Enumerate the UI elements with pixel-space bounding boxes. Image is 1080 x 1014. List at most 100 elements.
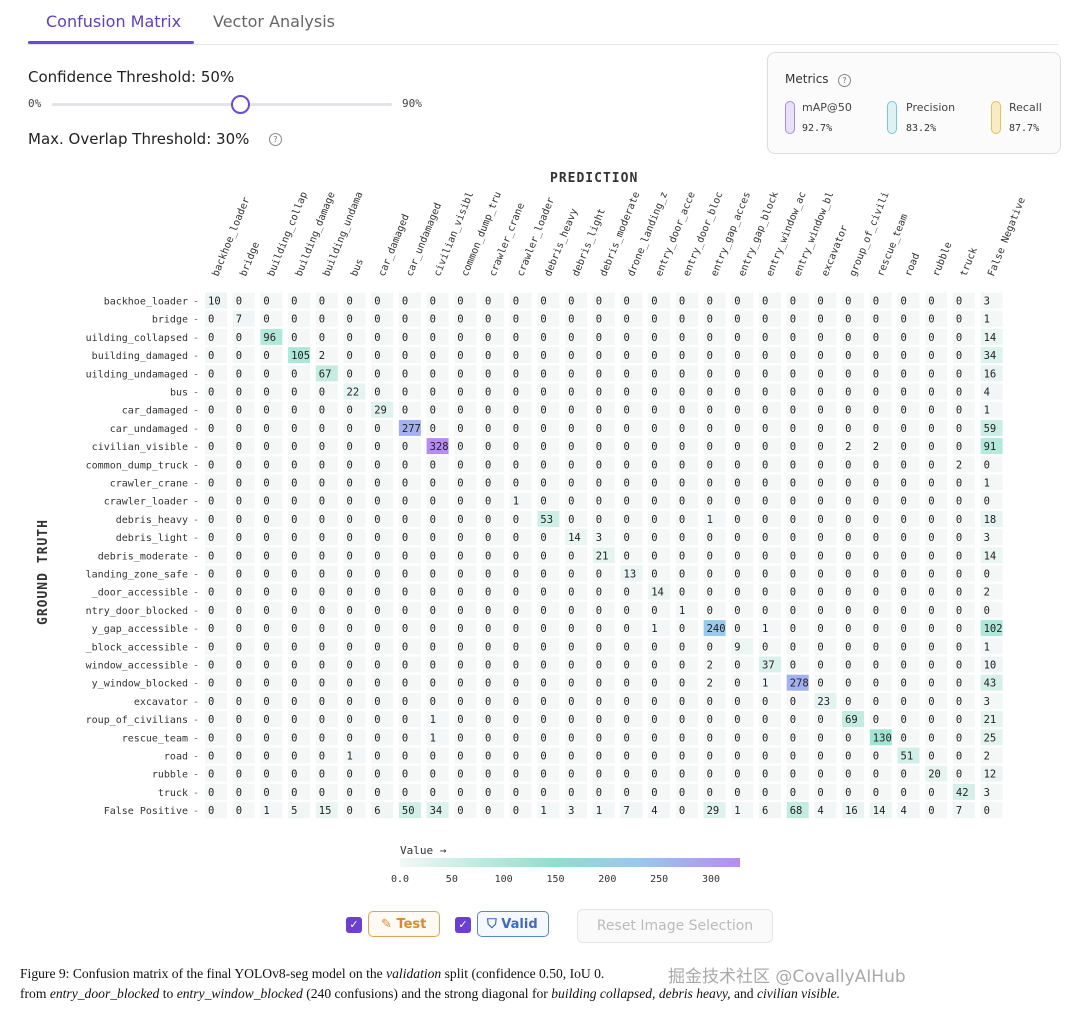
- cell-value: 0: [845, 696, 851, 708]
- cell-value: 0: [208, 350, 214, 362]
- cell-value: 0: [845, 387, 851, 399]
- cell-value: 0: [956, 696, 962, 708]
- cell-value: 0: [762, 296, 768, 308]
- cell-value: 0: [596, 332, 602, 344]
- cell-value: 0: [679, 478, 685, 490]
- row-tick: -: [193, 715, 199, 726]
- cell-value: 0: [485, 387, 491, 399]
- cell-value: 0: [790, 478, 796, 490]
- cell-value: 0: [540, 532, 546, 544]
- cell-value: 0: [236, 350, 242, 362]
- cell-value: 0: [568, 314, 574, 326]
- cell-value: 130: [873, 732, 892, 744]
- cell-value: 0: [236, 605, 242, 617]
- cell-value: 0: [873, 660, 879, 672]
- cell-value: 20: [928, 769, 941, 781]
- cell-value: 69: [845, 714, 858, 726]
- cell-value: 0: [817, 550, 823, 562]
- cell-value: 1: [734, 805, 740, 817]
- valid-checkbox[interactable]: ✓: [455, 917, 471, 933]
- cell-value: 0: [817, 459, 823, 471]
- cell-value: 0: [762, 387, 768, 399]
- cell-value: 0: [928, 605, 934, 617]
- cell-value: 0: [208, 660, 214, 672]
- cell-value: 34: [984, 350, 997, 362]
- cell-value: 7: [624, 805, 630, 817]
- cell-value: 0: [319, 769, 325, 781]
- cell-value: 0: [928, 550, 934, 562]
- cell-value: 0: [956, 423, 962, 435]
- cell-value: 0: [624, 296, 630, 308]
- cell-value: 0: [236, 405, 242, 417]
- cell-value: 0: [901, 623, 907, 635]
- test-toggle-button[interactable]: ✎ Test: [368, 911, 440, 937]
- cell-value: 0: [457, 805, 463, 817]
- row-tick: -: [193, 733, 199, 744]
- cell-value: 0: [347, 332, 353, 344]
- row-tick: -: [193, 606, 199, 617]
- cell-value: 0: [873, 678, 879, 690]
- cell-value: 0: [430, 550, 436, 562]
- test-checkbox[interactable]: ✓: [346, 917, 362, 933]
- cell-value: 0: [790, 441, 796, 453]
- cell-value: 0: [817, 496, 823, 508]
- row-label: window_accessible: [86, 661, 188, 672]
- cell-value: 68: [790, 805, 803, 817]
- cell-value: 0: [901, 714, 907, 726]
- cell-value: 0: [236, 678, 242, 690]
- cell-value: 0: [734, 478, 740, 490]
- cell-value: 0: [707, 532, 713, 544]
- cell-value: 0: [263, 623, 269, 635]
- cell-value: 0: [734, 350, 740, 362]
- row-tick: -: [193, 770, 199, 781]
- cell-value: 0: [347, 660, 353, 672]
- cell-value: 5: [291, 805, 297, 817]
- cell-value: 0: [707, 732, 713, 744]
- cell-value: 0: [817, 660, 823, 672]
- cell-value: 0: [485, 787, 491, 799]
- cell-value: 1: [596, 805, 602, 817]
- cell-value: 0: [651, 532, 657, 544]
- cell-value: 0: [817, 605, 823, 617]
- cell-value: 0: [513, 387, 519, 399]
- cell-value: 0: [901, 368, 907, 380]
- row-tick: -: [193, 697, 199, 708]
- cell-value: 0: [402, 678, 408, 690]
- cell-value: 0: [679, 332, 685, 344]
- cell-value: 0: [513, 641, 519, 653]
- caption-em-validation: validation: [386, 966, 442, 981]
- cell-value: 0: [402, 478, 408, 490]
- reset-image-selection-button[interactable]: Reset Image Selection: [577, 909, 773, 943]
- cell-value: 0: [291, 368, 297, 380]
- cell-value: 0: [263, 368, 269, 380]
- cell-value: 0: [540, 423, 546, 435]
- cell-value: 0: [457, 532, 463, 544]
- cell-value: 0: [347, 405, 353, 417]
- cell-value: 0: [679, 314, 685, 326]
- cell-value: 0: [485, 405, 491, 417]
- test-label: Test: [396, 917, 427, 932]
- cell-value: 2: [873, 441, 879, 453]
- cell-value: 0: [596, 587, 602, 599]
- row-label: roup_of_civilians: [86, 715, 188, 726]
- cell-value: 0: [790, 769, 796, 781]
- cell-value: 0: [845, 514, 851, 526]
- cell-value: 14: [873, 805, 886, 817]
- valid-toggle-button[interactable]: ⛉ Valid: [477, 911, 549, 937]
- cell-value: 0: [430, 478, 436, 490]
- cell-value: 0: [319, 660, 325, 672]
- cell-value: 0: [319, 587, 325, 599]
- cell-value: 0: [845, 459, 851, 471]
- cell-value: 0: [734, 314, 740, 326]
- cell-value: 0: [762, 641, 768, 653]
- cell-value: 4: [901, 805, 907, 817]
- caption-em-civilian: civilian visible.: [757, 986, 841, 1001]
- cell-value: 0: [734, 732, 740, 744]
- cell-value: 0: [790, 550, 796, 562]
- cell-value: 0: [596, 496, 602, 508]
- cell-value: 0: [928, 405, 934, 417]
- cell-value: 0: [651, 296, 657, 308]
- cell-value: 0: [901, 496, 907, 508]
- cell-value: 13: [624, 569, 637, 581]
- cell-value: 0: [901, 532, 907, 544]
